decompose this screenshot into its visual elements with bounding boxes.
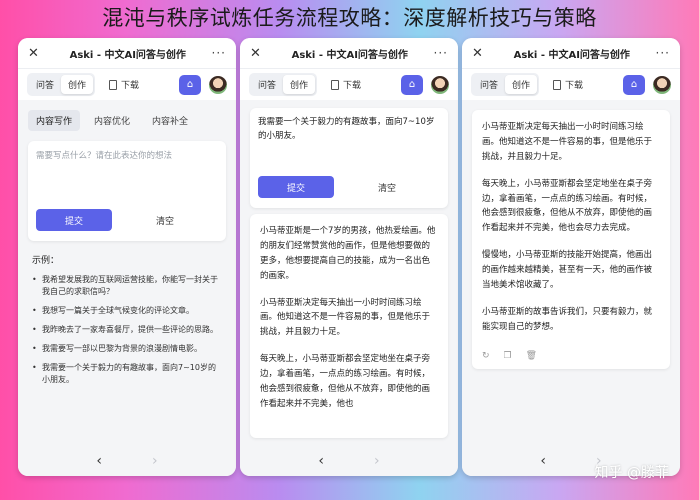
more-icon[interactable]: ··· [434, 46, 448, 60]
bottom-nav: ‹ › [240, 446, 458, 476]
document-icon [553, 79, 562, 90]
example-item[interactable]: 我想写一篇关于全球气候变化的评论文章。 [32, 305, 222, 317]
titlebar: ✕ Aski - 中文AI问答与创作 ··· [18, 38, 236, 68]
avatar[interactable] [653, 75, 671, 94]
example-item[interactable]: 我需要一个关于毅力的有趣故事，面向7~10岁的小朋友。 [32, 362, 222, 386]
download-label: 下载 [565, 81, 584, 91]
answer-paragraph: 每天晚上，小马蒂亚斯都会坚定地坐在桌子旁边，拿着画笔，一点点的练习绘画。有时候，… [482, 178, 653, 234]
back-icon[interactable]: ‹ [318, 453, 324, 469]
download-button[interactable]: 下载 [331, 78, 361, 91]
example-item[interactable]: 我昨晚去了一家寿喜餐厅，提供一些评论的思路。 [32, 324, 222, 336]
app-window-2: ✕ Aski - 中文AI问答与创作 ··· 问答 创作 下载 ⌂ 我需要一个关… [240, 38, 458, 476]
tab-qa[interactable]: 问答 [29, 75, 61, 94]
example-item[interactable]: 我需要写一部以巴黎为背景的浪漫剧情电影。 [32, 343, 222, 355]
app-window-1: ✕ Aski - 中文AI问答与创作 ··· 问答 创作 下载 ⌂ 内容写作 内… [18, 38, 236, 476]
back-icon[interactable]: ‹ [96, 453, 102, 469]
download-button[interactable]: 下载 [553, 78, 583, 91]
forward-icon[interactable]: › [152, 453, 158, 469]
tab-content-writing[interactable]: 内容写作 [28, 110, 81, 131]
page-title-banner: 混沌与秩序试炼任务流程攻略：深度解析技巧与策略 [102, 6, 597, 30]
toolbar: 问答 创作 下载 ⌂ [240, 68, 458, 100]
avatar[interactable] [209, 75, 227, 94]
close-icon[interactable]: ✕ [250, 46, 266, 61]
copy-icon[interactable]: ❐ [504, 351, 512, 361]
more-icon[interactable]: ··· [212, 46, 226, 60]
input-card: 需要写点什么？请在此表达你的想法 提交 清空 [28, 141, 226, 241]
answer-paragraph: 小马蒂亚斯的故事告诉我们，只要有毅力，就能实现自己的梦想。 [482, 306, 653, 332]
download-button[interactable]: 下载 [109, 78, 139, 91]
document-icon [109, 79, 118, 90]
basket-icon[interactable]: ⌂ [623, 74, 645, 95]
tab-create[interactable]: 创作 [505, 75, 538, 94]
answer-paragraph: 每天晚上，小马蒂亚斯都会坚定地坐在桌子旁边，拿着画笔，一点点的练习绘画。有时候，… [260, 354, 431, 409]
delete-icon[interactable]: 🗑 [526, 351, 537, 361]
bottom-nav: ‹ › [18, 446, 236, 476]
more-icon[interactable]: ··· [656, 46, 670, 60]
examples-title: 示例： [32, 256, 60, 266]
close-icon[interactable]: ✕ [28, 46, 44, 61]
tab-create[interactable]: 创作 [61, 75, 94, 94]
app-title: Aski - 中文AI问答与创作 [513, 49, 630, 61]
tab-create[interactable]: 创作 [283, 75, 316, 94]
prompt-input[interactable]: 我需要一个关于毅力的有趣故事，面向7~10岁的小朋友。 [250, 108, 448, 168]
answer-paragraph: 慢慢地，小马蒂亚斯的技能开始提高，他画出的画作越来越精美，甚至有一天，他的画作被… [482, 250, 653, 290]
download-label: 下载 [121, 81, 140, 91]
titlebar: ✕ Aski - 中文AI问答与创作 ··· [462, 38, 680, 68]
back-icon[interactable]: ‹ [540, 453, 546, 469]
answer-paragraph: 小马蒂亚斯决定每天抽出一小时时间练习绘画。他知道这不是一件容易的事，但是他乐于挑… [482, 122, 653, 162]
clear-button[interactable]: 清空 [112, 214, 218, 227]
answer-paragraph: 小马蒂亚斯是一个7岁的男孩，他热爱绘画。他的朋友们经常赞赏他的画作，但是他想要做… [260, 226, 436, 281]
tab-qa[interactable]: 问答 [251, 75, 283, 94]
titlebar: ✕ Aski - 中文AI问答与创作 ··· [240, 38, 458, 68]
answer-card: 小马蒂亚斯是一个7岁的男孩，他热爱绘画。他的朋友们经常赞赏他的画作，但是他想要做… [250, 214, 448, 438]
answer-card: 小马蒂亚斯决定每天抽出一小时时间练习绘画。他知道这不是一件容易的事，但是他乐于挑… [472, 110, 670, 369]
examples-section: 示例： 我希望发展我的互联网运营技能，你能写一封关于我自己的求职信吗？ 我想写一… [18, 247, 236, 399]
answer-paragraph: 小马蒂亚斯决定每天抽出一小时时间练习绘画。他知道这不是一件容易的事，但是他乐于挑… [260, 297, 431, 338]
input-card: 我需要一个关于毅力的有趣故事，面向7~10岁的小朋友。 提交 清空 [250, 108, 448, 208]
refresh-icon[interactable]: ↻ [482, 351, 490, 361]
close-icon[interactable]: ✕ [472, 46, 488, 61]
basket-icon[interactable]: ⌂ [179, 74, 201, 95]
download-label: 下载 [343, 81, 362, 91]
mode-switch: 问答 创作 [249, 73, 318, 96]
document-icon [331, 79, 340, 90]
tab-qa[interactable]: 问答 [473, 75, 505, 94]
submit-button[interactable]: 提交 [258, 176, 334, 198]
submit-button[interactable]: 提交 [36, 209, 112, 231]
mode-switch: 问答 创作 [471, 73, 540, 96]
app-title: Aski - 中文AI问答与创作 [291, 49, 408, 61]
app-title: Aski - 中文AI问答与创作 [69, 49, 186, 61]
toolbar: 问答 创作 下载 ⌂ [18, 68, 236, 100]
watermark: 知乎 @滕菲 [594, 465, 669, 481]
tab-content-optimize[interactable]: 内容优化 [86, 110, 138, 131]
avatar[interactable] [431, 75, 449, 94]
app-window-3: ✕ Aski - 中文AI问答与创作 ··· 问答 创作 下载 ⌂ 小马蒂亚斯决… [462, 38, 680, 476]
basket-icon[interactable]: ⌂ [401, 74, 423, 95]
answer-actions: ↻ ❐ 🗑 [472, 351, 670, 369]
prompt-input[interactable]: 需要写点什么？请在此表达你的想法 [28, 141, 226, 201]
content-tabs: 内容写作 内容优化 内容补全 [18, 100, 236, 135]
forward-icon[interactable]: › [374, 453, 380, 469]
toolbar: 问答 创作 下载 ⌂ [462, 68, 680, 100]
tab-content-complete[interactable]: 内容补全 [144, 110, 196, 131]
example-item[interactable]: 我希望发展我的互联网运营技能，你能写一封关于我自己的求职信吗？ [32, 274, 222, 298]
mode-switch: 问答 创作 [27, 73, 96, 96]
clear-button[interactable]: 清空 [334, 181, 440, 194]
